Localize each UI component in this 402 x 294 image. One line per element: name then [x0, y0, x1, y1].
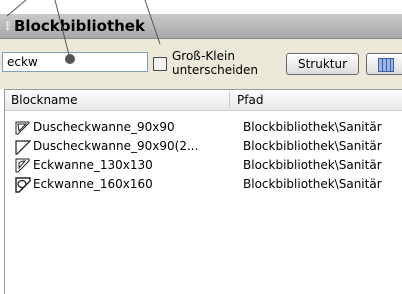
- block-path: Blockbibliothek\Sanitär: [243, 120, 382, 134]
- block-name: Duscheckwanne_90x90: [33, 120, 175, 134]
- list-item[interactable]: Eckwanne_130x130 Blockbibliothek\Sanitär: [5, 157, 402, 175]
- grid-view-icon: [378, 58, 394, 72]
- case-sensitive-label: Groß-Klein unterscheiden: [172, 49, 258, 77]
- column-divider[interactable]: [229, 92, 230, 108]
- block-name: Eckwanne_160x160: [33, 177, 153, 191]
- corner-bathtub-icon: [15, 158, 30, 173]
- block-path: Blockbibliothek\Sanitär: [243, 158, 382, 172]
- block-name: Duscheckwanne_90x90(2...: [33, 139, 199, 153]
- structure-button[interactable]: Struktur: [286, 53, 359, 75]
- list-item[interactable]: Duscheckwanne_90x90 Blockbibliothek\Sani…: [5, 119, 402, 137]
- block-path: Blockbibliothek\Sanitär: [243, 139, 382, 153]
- column-header-name[interactable]: Blockname: [11, 93, 78, 107]
- panel-titlebar[interactable]: Blockbibliothek: [0, 14, 402, 39]
- block-path: Blockbibliothek\Sanitär: [243, 177, 382, 191]
- block-name: Eckwanne_130x130: [33, 158, 153, 172]
- case-sensitive-label-line1: Groß-Klein: [172, 49, 235, 63]
- list-item[interactable]: Eckwanne_160x160 Blockbibliothek\Sanitär: [5, 176, 402, 194]
- drag-grip-icon[interactable]: [6, 21, 10, 31]
- shower-tray-icon: [15, 121, 30, 135]
- block-list: Blockname Pfad Duscheckwanne_90x90 Block…: [4, 89, 402, 294]
- view-mode-button[interactable]: [366, 53, 402, 75]
- list-header: Blockname Pfad: [5, 90, 402, 111]
- list-item[interactable]: Duscheckwanne_90x90(2... Blockbibliothek…: [5, 138, 402, 156]
- column-header-path[interactable]: Pfad: [237, 93, 263, 107]
- case-sensitive-checkbox[interactable]: [153, 57, 167, 71]
- panel-title: Blockbibliothek: [14, 17, 145, 35]
- block-library-panel: Blockbibliothek eckw Groß-Klein untersch…: [0, 0, 402, 294]
- shower-tray-icon: [15, 140, 31, 155]
- corner-bathtub-icon: [15, 177, 31, 193]
- case-sensitive-label-line2: unterscheiden: [172, 63, 259, 77]
- search-input[interactable]: eckw: [2, 52, 148, 72]
